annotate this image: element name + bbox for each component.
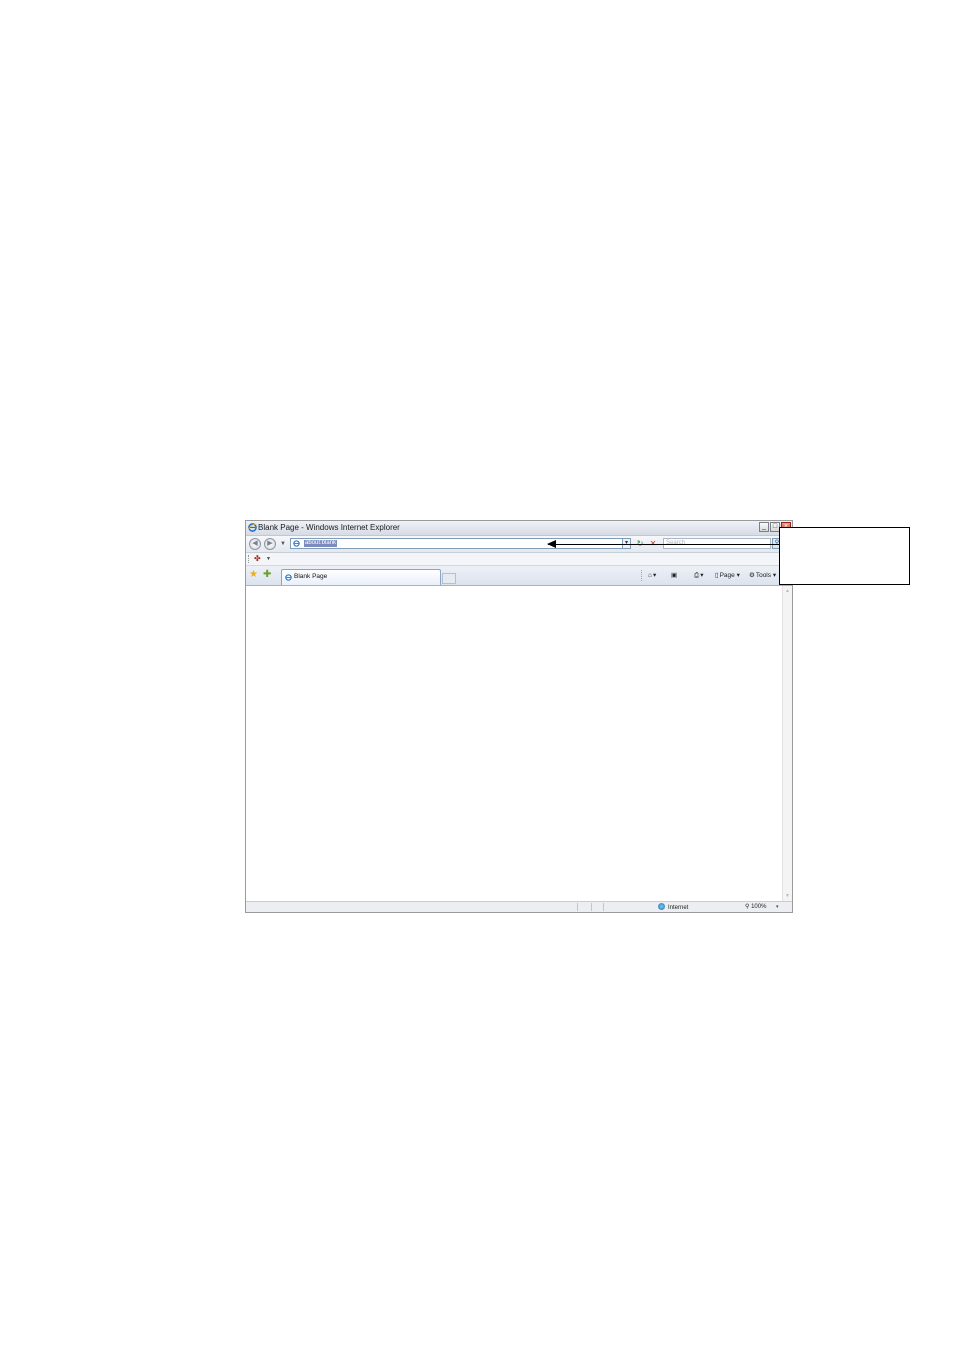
annotation-callout-box: [779, 527, 910, 585]
add-favorites-icon[interactable]: ✚: [263, 570, 271, 580]
ie-logo-icon: [248, 523, 257, 532]
new-tab-button[interactable]: [442, 573, 456, 584]
ie-page-icon: [293, 540, 300, 547]
zoom-level: 100%: [751, 904, 767, 910]
search-placeholder: Search: [666, 540, 686, 546]
minimize-button[interactable]: _: [759, 522, 769, 532]
status-divider: [603, 903, 604, 911]
addon-toolbar: ✤ ▼: [246, 553, 792, 566]
forward-icon: ▶: [267, 540, 273, 547]
forward-button[interactable]: ▶: [264, 538, 276, 550]
status-divider: [591, 903, 592, 911]
tools-menu-button[interactable]: ⚙Tools ▾: [749, 571, 776, 580]
tab-blank-page[interactable]: Blank Page: [281, 569, 441, 585]
feeds-icon: ▣: [671, 572, 678, 579]
print-button[interactable]: ⎙▾: [694, 571, 703, 580]
back-icon: ◀: [252, 540, 258, 547]
annotation-arrow-line: [548, 544, 780, 545]
home-icon: ⌂: [648, 572, 652, 579]
feeds-button[interactable]: ▣: [671, 571, 678, 580]
window-title: Blank Page - Windows Internet Explorer: [258, 523, 400, 532]
scroll-down-icon[interactable]: ▼: [784, 893, 791, 900]
vertical-scrollbar[interactable]: ▲ ▼: [782, 586, 792, 902]
print-dropdown-icon: ▾: [700, 572, 704, 579]
command-bar-separator: [641, 570, 643, 581]
zone-label: Internet: [668, 905, 689, 911]
addon-dropdown[interactable]: ▼: [266, 556, 271, 562]
chevron-down-icon: ▾: [624, 540, 628, 546]
favorites-star-icon[interactable]: ★: [249, 570, 258, 580]
tab-label: Blank Page: [294, 573, 328, 580]
tools-dropdown-icon: ▾: [771, 572, 777, 579]
page-menu-label: Page: [719, 572, 735, 579]
page-dropdown-icon: ▾: [734, 572, 740, 579]
status-bar: Internet ⚲ 100% ▾: [246, 901, 792, 912]
back-button[interactable]: ◀: [249, 538, 261, 550]
address-url[interactable]: about:blank: [304, 540, 338, 547]
security-zone[interactable]: Internet: [658, 903, 688, 912]
status-divider: [577, 903, 578, 911]
print-icon: ⎙: [694, 572, 700, 579]
zoom-dropdown[interactable]: ▾: [776, 903, 779, 911]
page-content[interactable]: [246, 586, 783, 902]
page-icon: ▯: [715, 572, 719, 579]
title-bar: Blank Page - Windows Internet Explorer _…: [246, 521, 792, 536]
scroll-up-icon[interactable]: ▲: [784, 588, 791, 595]
page-menu-button[interactable]: ▯Page ▾: [715, 571, 740, 580]
zoom-button[interactable]: ⚲ 100%: [745, 903, 766, 911]
globe-icon: [658, 903, 665, 910]
home-dropdown-icon: ▾: [652, 572, 657, 579]
tools-gear-icon: ⚙: [749, 572, 755, 579]
tools-menu-label: Tools: [755, 572, 772, 579]
browser-window: Blank Page - Windows Internet Explorer _…: [245, 520, 793, 913]
tab-bar: ★ ✚ Blank Page ⌂▾ ▣ ⎙▾ ▯Page ▾ ⚙Tools ▾: [246, 566, 792, 586]
toolbar-grip[interactable]: [248, 555, 250, 563]
zoom-icon: ⚲: [745, 904, 750, 910]
annotation-arrow-head: [547, 540, 556, 548]
addon-icon[interactable]: ✤: [254, 554, 261, 564]
ie-tab-icon: [285, 574, 292, 581]
home-button[interactable]: ⌂▾: [648, 571, 656, 580]
recent-pages-dropdown[interactable]: ▼: [280, 541, 286, 547]
